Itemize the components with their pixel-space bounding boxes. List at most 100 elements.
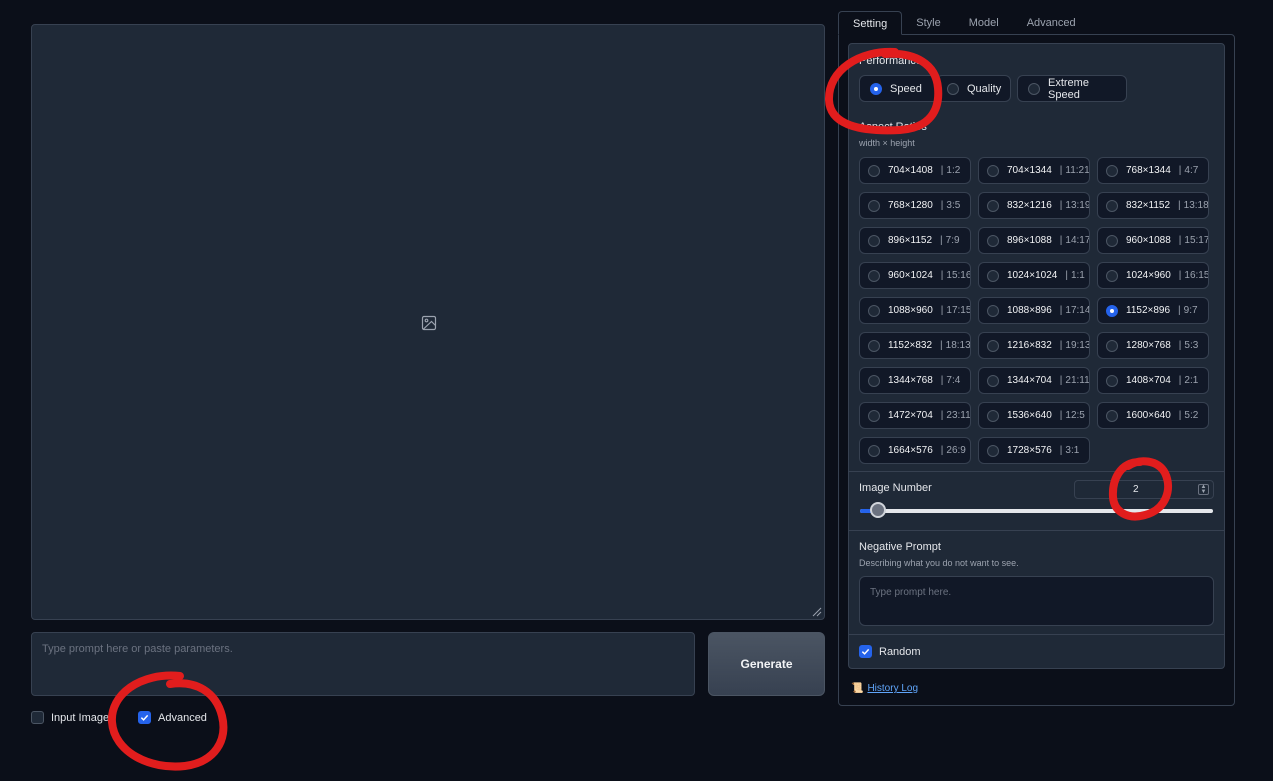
aspect-ratio-ratio: 3:1 <box>1065 445 1080 456</box>
aspect-ratio-size: 1408×704 <box>1126 375 1171 386</box>
aspect-ratio-separator: | <box>1178 270 1182 281</box>
generate-button[interactable]: Generate <box>708 632 825 696</box>
radio-dot <box>987 234 999 247</box>
slider-thumb[interactable] <box>869 502 886 518</box>
radio-dot <box>1106 269 1118 282</box>
aspect-ratio-option[interactable]: 1216×832 | 19:13 <box>978 332 1090 359</box>
aspect-ratio-separator: | <box>940 305 944 316</box>
aspect-ratio-option[interactable]: 1280×768 | 5:3 <box>1097 332 1209 359</box>
scroll-icon: 📜 <box>851 683 864 694</box>
aspect-ratio-option[interactable]: 896×1152 | 7:9 <box>859 227 971 254</box>
aspect-ratio-ratio: 4:7 <box>1184 165 1199 176</box>
aspect-ratio-ratio: 15:16 <box>946 270 971 281</box>
aspect-ratio-separator: | <box>1059 445 1063 456</box>
aspect-ratio-separator: | <box>1059 235 1063 246</box>
radio-dot <box>1106 409 1118 422</box>
aspect-ratio-option[interactable]: 1344×768 | 7:4 <box>859 367 971 394</box>
aspect-ratio-option[interactable]: 1472×704 | 23:11 <box>859 402 971 429</box>
aspect-ratio-ratio: 13:19 <box>1065 200 1090 211</box>
checkmark-icon <box>861 648 870 655</box>
radio-dot <box>1106 304 1118 317</box>
radio-dot <box>1028 82 1040 95</box>
aspect-ratio-option[interactable]: 768×1280 | 3:5 <box>859 192 971 219</box>
aspect-ratio-ratio: 21:11 <box>1065 375 1090 386</box>
negative-prompt-label: Negative Prompt <box>859 541 941 553</box>
prompt-input[interactable] <box>31 632 695 696</box>
aspect-ratio-size: 768×1344 <box>1126 165 1171 176</box>
random-checkbox-box[interactable] <box>859 645 872 658</box>
aspect-ratio-option[interactable]: 1152×832 | 18:13 <box>859 332 971 359</box>
aspect-ratio-option[interactable]: 1408×704 | 2:1 <box>1097 367 1209 394</box>
aspect-ratio-option[interactable]: 960×1024 | 15:16 <box>859 262 971 289</box>
aspect-ratio-option[interactable]: 1088×960 | 17:15 <box>859 297 971 324</box>
aspect-ratio-option[interactable]: 1344×704 | 21:11 <box>978 367 1090 394</box>
aspect-ratio-option[interactable]: 1152×896 | 9:7 <box>1097 297 1209 324</box>
aspect-ratio-separator: | <box>940 200 944 211</box>
radio-dot <box>987 444 999 457</box>
aspect-ratio-separator: | <box>1178 375 1182 386</box>
performance-extreme-speed[interactable]: Extreme Speed <box>1017 75 1127 102</box>
aspect-ratio-option[interactable]: 1664×576 | 26:9 <box>859 437 971 464</box>
aspect-ratio-ratio: 17:15 <box>946 305 971 316</box>
aspect-ratio-size: 1024×1024 <box>1007 270 1058 281</box>
aspect-ratio-ratio: 13:18 <box>1183 200 1209 211</box>
tab-model[interactable]: Model <box>955 11 1013 35</box>
tab-style[interactable]: Style <box>902 11 954 35</box>
aspect-ratio-ratio: 14:17 <box>1065 235 1090 246</box>
input-image-checkbox-box[interactable] <box>31 711 44 724</box>
radio-dot <box>1106 164 1118 177</box>
aspect-ratio-separator: | <box>940 270 944 281</box>
input-image-checkbox[interactable]: Input Image <box>31 711 109 724</box>
random-label: Random <box>879 645 921 658</box>
performance-speed[interactable]: Speed <box>859 75 940 102</box>
aspect-ratio-separator: | <box>1059 410 1063 421</box>
advanced-label: Advanced <box>158 711 207 724</box>
aspect-ratio-option[interactable]: 832×1152 | 13:18 <box>1097 192 1209 219</box>
aspect-ratio-separator: | <box>940 340 943 351</box>
aspect-ratio-option[interactable]: 704×1408 | 1:2 <box>859 157 971 184</box>
aspect-ratio-option[interactable]: 1536×640 | 12:5 <box>978 402 1090 429</box>
aspect-ratio-option[interactable]: 1728×576 | 3:1 <box>978 437 1090 464</box>
radio-dot <box>987 339 999 352</box>
number-spinner-icon[interactable]: ▲ ▼ <box>1198 484 1209 495</box>
advanced-checkbox[interactable]: Advanced <box>138 711 207 724</box>
resize-handle-icon[interactable] <box>810 605 822 617</box>
history-log-label[interactable]: History Log <box>867 683 918 694</box>
radio-dot <box>868 409 880 422</box>
tab-setting[interactable]: Setting <box>838 11 903 35</box>
aspect-ratio-option[interactable]: 1024×960 | 16:15 <box>1097 262 1209 289</box>
aspect-ratio-option[interactable]: 960×1088 | 15:17 <box>1097 227 1209 254</box>
aspect-ratio-separator: | <box>1059 340 1063 351</box>
tab-advanced[interactable]: Advanced <box>1013 11 1090 35</box>
aspect-ratio-size: 896×1152 <box>888 235 933 246</box>
aspect-ratio-ratio: 7:4 <box>946 375 961 386</box>
aspect-ratio-separator: | <box>1178 200 1181 211</box>
aspect-ratio-option[interactable]: 704×1344 | 11:21 <box>978 157 1090 184</box>
performance-quality[interactable]: Quality <box>936 75 1011 102</box>
image-number-slider[interactable] <box>860 502 1213 518</box>
image-number-label: Image Number <box>859 482 932 494</box>
aspect-ratio-option[interactable]: 768×1344 | 4:7 <box>1097 157 1209 184</box>
aspect-ratio-option[interactable]: 1088×896 | 17:14 <box>978 297 1090 324</box>
image-number-input[interactable]: 2 ▲ ▼ <box>1074 480 1214 499</box>
aspect-ratios-sublabel: width × height <box>859 138 915 148</box>
aspect-ratio-separator: | <box>940 445 944 456</box>
aspect-ratio-separator: | <box>1059 305 1063 316</box>
settings-inner: Performance Speed Quality Extreme Speed … <box>848 43 1225 669</box>
aspect-ratio-size: 1152×896 <box>1126 305 1171 316</box>
aspect-ratio-grid: 704×1408 | 1:2 704×1344 | 11:21 768×1344 | 4:7 76… <box>859 157 1211 464</box>
aspect-ratio-size: 1472×704 <box>888 410 933 421</box>
performance-label: Performance <box>859 55 922 67</box>
aspect-ratio-option[interactable]: 896×1088 | 14:17 <box>978 227 1090 254</box>
aspect-ratio-size: 704×1408 <box>888 165 933 176</box>
radio-dot <box>868 234 880 247</box>
image-gallery <box>31 24 825 620</box>
aspect-ratio-option[interactable]: 1024×1024 | 1:1 <box>978 262 1090 289</box>
history-log-link[interactable]: 📜 History Log <box>851 683 918 694</box>
negative-prompt-input[interactable] <box>859 576 1214 626</box>
advanced-checkbox-box[interactable] <box>138 711 151 724</box>
random-checkbox[interactable]: Random <box>859 645 921 658</box>
aspect-ratio-option[interactable]: 1600×640 | 5:2 <box>1097 402 1209 429</box>
aspect-ratio-option[interactable]: 832×1216 | 13:19 <box>978 192 1090 219</box>
aspect-ratio-size: 960×1088 <box>1126 235 1171 246</box>
